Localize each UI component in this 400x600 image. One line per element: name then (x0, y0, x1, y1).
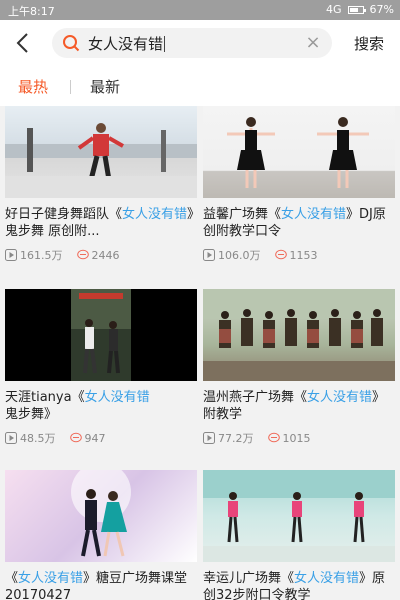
video-thumbnail[interactable] (5, 289, 197, 381)
play-count-icon (203, 249, 215, 261)
title-text: 幸运儿广场舞《 (203, 571, 295, 586)
dancer-thumbnail-image (203, 470, 395, 562)
view-count-value: 106.0万 (218, 249, 261, 262)
comment-icon (76, 249, 89, 260)
dancer-thumbnail-image (5, 123, 197, 198)
comment-icon (274, 249, 287, 260)
title-text: 《 (5, 571, 19, 586)
battery-icon (347, 5, 366, 14)
dancer-thumbnail-image (227, 117, 369, 188)
title-keyword: 女人没有错 (84, 390, 150, 405)
search-input[interactable]: 女人没有错 × (52, 28, 332, 58)
video-title[interactable]: 好日子健身舞蹈队《女人没有错》鬼步舞 原创附... (5, 206, 197, 240)
video-stats: 161.5万 2446 (5, 247, 197, 263)
video-thumbnail[interactable] (203, 289, 395, 381)
video-thumbnail[interactable] (5, 470, 197, 562)
battery-percent: 67% (369, 3, 394, 16)
comment-count: 947 (69, 431, 106, 445)
title-text: 天涯tianya《 (5, 390, 85, 405)
play-count-icon (5, 432, 17, 444)
play-count-icon (5, 249, 17, 261)
video-card[interactable]: 温州燕子广场舞《女人没有错》附教学 77.2万 1015 (203, 289, 395, 446)
video-card[interactable]: 《女人没有错》糖豆广场舞课堂 20170427 (5, 470, 197, 600)
status-time: 上午8:17 (8, 5, 55, 18)
title-text: 温州燕子广场舞《 (203, 390, 308, 405)
search-button[interactable]: 搜索 (354, 33, 384, 54)
video-card[interactable]: 好日子健身舞蹈队《女人没有错》鬼步舞 原创附... 161.5万 2446 (5, 106, 197, 263)
view-count: 161.5万 (5, 247, 63, 263)
video-card[interactable]: 幸运儿广场舞《女人没有错》原创32步附口令教学 (203, 470, 395, 600)
title-text: 鬼步舞》 (5, 407, 58, 422)
video-title[interactable]: 幸运儿广场舞《女人没有错》原创32步附口令教学 (203, 570, 395, 600)
tab-hottest[interactable]: 最热 (18, 76, 48, 97)
video-thumbnail[interactable] (203, 470, 395, 562)
dancer-thumbnail-image (203, 289, 395, 381)
comment-count-value: 1153 (289, 248, 318, 262)
title-text: 好日子健身舞蹈队《 (5, 207, 123, 222)
video-title[interactable]: 温州燕子广场舞《女人没有错》附教学 (203, 389, 395, 423)
search-query-text: 女人没有错 (88, 34, 164, 53)
view-count: 77.2万 (203, 430, 254, 446)
view-count-value: 161.5万 (20, 249, 63, 262)
status-bar: 上午8:17 4G 67% (0, 0, 400, 20)
comment-count: 1153 (274, 248, 318, 262)
view-count: 48.5万 (5, 430, 56, 446)
tab-newest[interactable]: 最新 (90, 76, 120, 97)
title-keyword: 女人没有错 (307, 390, 373, 405)
title-keyword: 女人没有错 (294, 571, 360, 586)
status-icons: 4G 67% (326, 3, 394, 16)
play-count-icon (203, 432, 215, 444)
title-keyword: 女人没有错 (18, 571, 84, 586)
sort-tabs: 最热 最新 (0, 66, 400, 106)
search-query[interactable]: 女人没有错 (88, 33, 304, 54)
title-keyword: 女人没有错 (122, 207, 188, 222)
clear-icon[interactable]: × (304, 34, 322, 52)
comment-icon (69, 432, 82, 443)
video-feed[interactable]: 好日子健身舞蹈队《女人没有错》鬼步舞 原创附... 161.5万 2446 益馨… (0, 106, 400, 600)
title-text: 益馨广场舞《 (203, 207, 282, 222)
search-header: 女人没有错 × 搜索 (0, 20, 400, 66)
view-count-value: 77.2万 (218, 432, 254, 445)
title-keyword: 女人没有错 (281, 207, 347, 222)
view-count: 106.0万 (203, 247, 261, 263)
comment-count-value: 947 (84, 431, 106, 445)
video-thumbnail[interactable] (203, 106, 395, 198)
video-title[interactable]: 《女人没有错》糖豆广场舞课堂 20170427 (5, 570, 197, 600)
video-title[interactable]: 天涯tianya《女人没有错鬼步舞》 (5, 389, 197, 423)
comment-count-value: 2446 (91, 248, 120, 262)
back-button[interactable] (12, 30, 36, 56)
video-title[interactable]: 益馨广场舞《女人没有错》DJ原创附教学口令 (203, 206, 395, 240)
tab-divider (70, 80, 71, 94)
text-caret (164, 36, 166, 52)
network-label: 4G (326, 3, 342, 16)
video-card[interactable]: 益馨广场舞《女人没有错》DJ原创附教学口令 106.0万 1153 (203, 106, 395, 263)
video-card[interactable]: 天涯tianya《女人没有错鬼步舞》 48.5万 947 (5, 289, 197, 446)
back-arrow-icon (16, 33, 28, 53)
comment-count: 2446 (76, 248, 120, 262)
search-icon (63, 35, 80, 52)
dancer-thumbnail-image (71, 470, 131, 557)
view-count-value: 48.5万 (20, 432, 56, 445)
video-stats: 106.0万 1153 (203, 247, 395, 263)
comment-icon (267, 432, 280, 443)
comment-count-value: 1015 (282, 431, 311, 445)
video-thumbnail[interactable] (5, 106, 197, 198)
dancer-thumbnail-image (71, 289, 131, 381)
comment-count: 1015 (267, 431, 311, 445)
video-stats: 48.5万 947 (5, 430, 197, 446)
video-stats: 77.2万 1015 (203, 430, 395, 446)
